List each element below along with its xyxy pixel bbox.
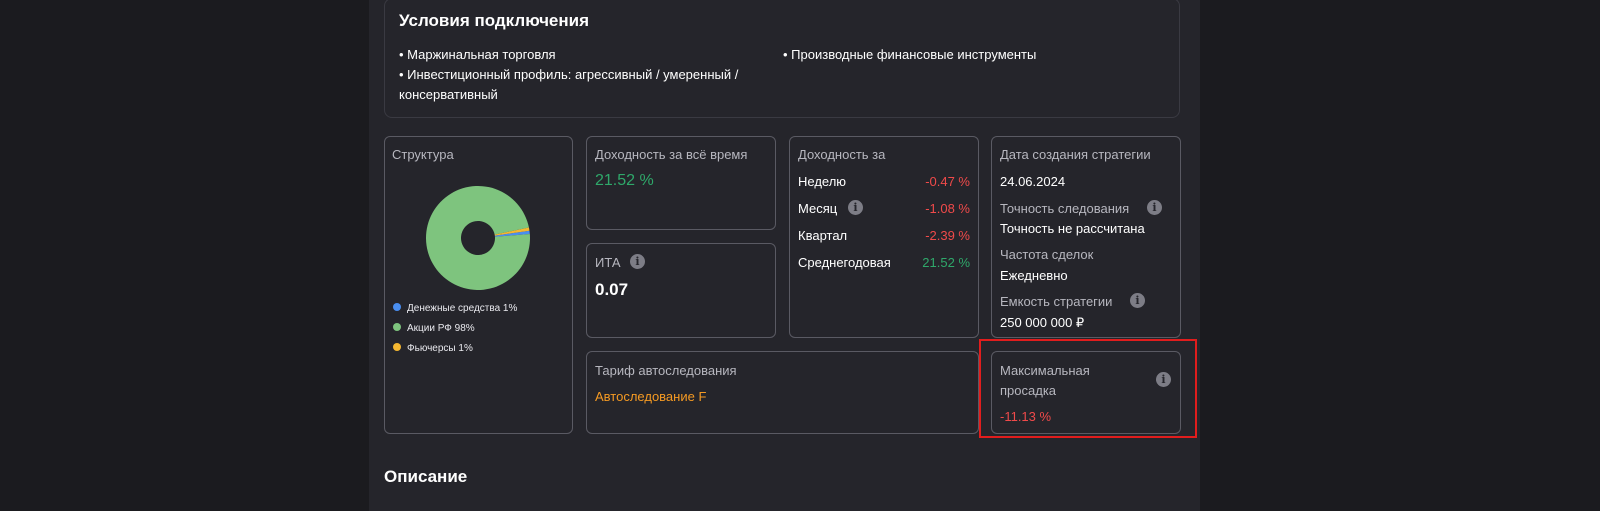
month-info-icon[interactable]: i [848, 200, 863, 215]
period-quarter-value: -2.39 % [925, 228, 970, 243]
legend-dot [393, 303, 401, 312]
frequency-label: Частота сделок [1000, 247, 1094, 262]
ita-card: ИТА i 0.07 [586, 243, 776, 338]
structure-card: Структура Денежные средства 1% Акции РФ … [384, 136, 573, 434]
period-month-label: Месяц [798, 201, 838, 216]
condition-item: • Маржинальная торговля [399, 47, 556, 62]
description-title: Описание [384, 467, 468, 486]
legend-item-cash: Денежные средства 1% [393, 303, 517, 314]
created-date-value: 24.06.2024 [1000, 174, 1066, 189]
ita-label: ИТА [595, 255, 621, 270]
frequency-value: Ежедневно [1000, 268, 1068, 283]
structure-label: Структура [392, 147, 454, 162]
legend-item-stocks: Акции РФ 98% [393, 323, 475, 334]
pie-slice-2 [426, 186, 530, 290]
strategy-info-card: Дата создания стратегии 24.06.2024 Точно… [991, 136, 1181, 338]
period-yield-card: Доходность за Неделю -0.47 % Месяц i -1.… [789, 136, 979, 338]
capacity-label: Емкость стратегии [1000, 294, 1113, 309]
total-yield-card: Доходность за всё время 21.52 % [586, 136, 776, 230]
connection-conditions-title: Условия подключения [399, 11, 590, 30]
accuracy-info-icon[interactable]: i [1147, 200, 1162, 215]
condition-item: консервативный [399, 87, 498, 102]
legend-label: Акции РФ 98% [407, 323, 475, 334]
period-week-label: Неделю [798, 174, 847, 189]
accuracy-label: Точность следования [1000, 201, 1130, 216]
accuracy-value: Точность не рассчитана [1000, 221, 1145, 236]
structure-pie-chart [426, 186, 530, 290]
created-date-label: Дата создания стратегии [1000, 147, 1151, 162]
period-week-value: -0.47 % [925, 174, 970, 189]
total-yield-value: 21.52 % [595, 172, 654, 189]
period-annual-label: Среднегодовая [798, 255, 891, 270]
total-yield-label: Доходность за всё время [595, 147, 748, 162]
connection-conditions-panel: Условия подключения • Маржинальная торго… [384, 0, 1180, 118]
drawdown-highlight-frame [979, 339, 1197, 438]
period-yield-label: Доходность за [798, 147, 886, 162]
legend-item-futures: Фьючерсы 1% [393, 343, 473, 354]
ita-info-icon[interactable]: i [630, 254, 645, 269]
capacity-info-icon[interactable]: i [1130, 293, 1145, 308]
ita-value: 0.07 [595, 280, 629, 299]
legend-label: Фьючерсы 1% [407, 343, 473, 354]
legend-label: Денежные средства 1% [407, 303, 518, 314]
period-quarter-label: Квартал [798, 228, 848, 243]
legend-dot [393, 343, 401, 352]
legend-dot [393, 323, 401, 332]
capacity-value: 250 000 000 ₽ [1000, 315, 1085, 330]
period-annual-value: 21.52 % [922, 255, 970, 270]
condition-item: • Инвестиционный профиль: агрессивный / … [399, 67, 739, 82]
condition-item: • Производные финансовые инструменты [783, 47, 1037, 62]
tariff-label: Тариф автоследования [595, 363, 737, 378]
tariff-value[interactable]: Автоследование F [595, 389, 706, 404]
period-month-value: -1.08 % [925, 201, 970, 216]
tariff-card: Тариф автоследования Автоследование F [586, 351, 979, 434]
